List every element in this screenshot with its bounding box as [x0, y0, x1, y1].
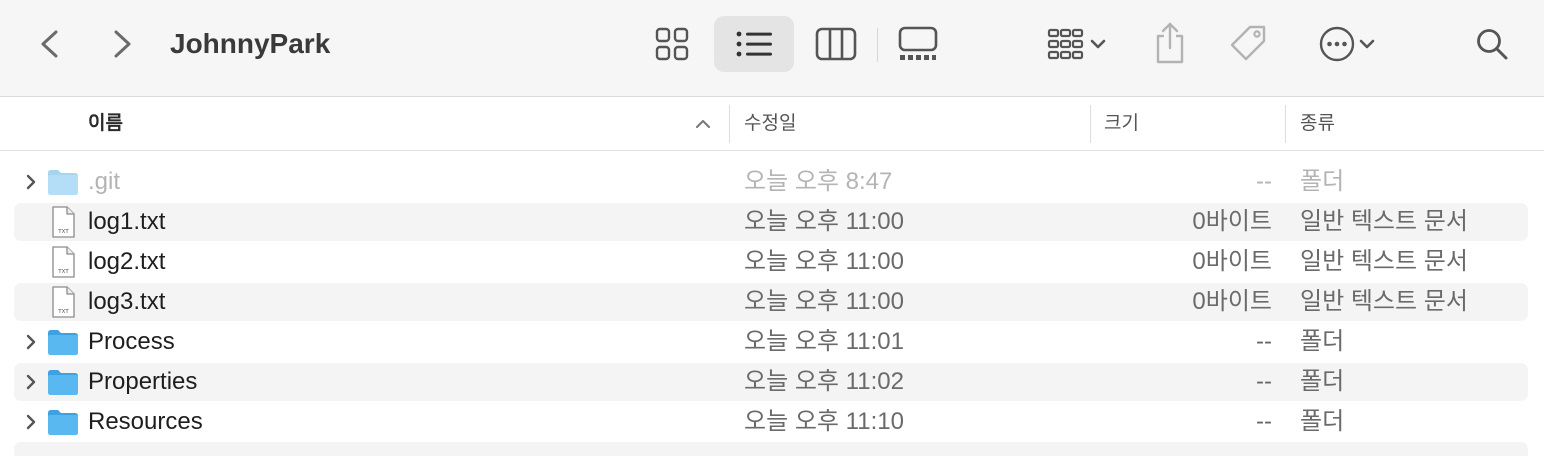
share-button[interactable]: [1148, 18, 1192, 68]
text-file-icon: TXT: [46, 245, 80, 279]
text-file-icon: TXT: [46, 285, 80, 319]
more-actions-button[interactable]: [1308, 22, 1388, 66]
folder-icon: [46, 405, 80, 439]
file-size: 0바이트: [1192, 208, 1272, 235]
list-view-button[interactable]: [714, 16, 794, 72]
file-size: --: [1256, 328, 1272, 355]
file-row[interactable]: .git 오늘 오후 8:47 -- 폴더: [0, 162, 1544, 202]
file-date: 오늘 오후 11:02: [744, 368, 904, 395]
column-divider[interactable]: [1285, 105, 1286, 143]
disclosure-triangle-icon[interactable]: [22, 332, 40, 352]
forward-button[interactable]: [102, 24, 142, 64]
window-title: JohnnyPark: [170, 28, 331, 59]
column-header-size[interactable]: 크기: [1104, 97, 1139, 151]
tag-button[interactable]: [1224, 20, 1274, 68]
file-date: 오늘 오후 11:00: [744, 208, 904, 235]
toolbar: JohnnyPark: [0, 0, 1544, 97]
column-header-kind[interactable]: 종류: [1300, 97, 1335, 151]
file-size: 0바이트: [1192, 288, 1272, 315]
file-name: log3.txt: [88, 288, 166, 315]
file-date: 오늘 오후 11:00: [744, 288, 904, 315]
icon-view-button[interactable]: [648, 22, 696, 66]
file-kind: 폴더: [1300, 368, 1345, 395]
chevron-right-icon: [114, 30, 131, 58]
file-kind: 일반 텍스트 문서: [1300, 208, 1468, 235]
file-kind: 일반 텍스트 문서: [1300, 248, 1468, 275]
svg-text:TXT: TXT: [57, 269, 69, 275]
gallery-icon: [898, 26, 938, 60]
disclosure-triangle-icon[interactable]: [22, 172, 40, 192]
file-row[interactable]: TXT log3.txt 오늘 오후 11:00 0바이트 일반 텍스트 문서: [0, 282, 1544, 322]
file-row[interactable]: Process 오늘 오후 11:01 -- 폴더: [0, 322, 1544, 362]
file-name: Process: [88, 328, 175, 355]
ellipsis-circle-icon: [1319, 26, 1355, 62]
disclosure-triangle-icon[interactable]: [22, 412, 40, 432]
column-header-date[interactable]: 수정일: [744, 97, 796, 151]
file-name: Resources: [88, 408, 203, 435]
file-size: --: [1256, 408, 1272, 435]
chevron-left-icon: [41, 30, 58, 58]
chevron-down-icon: [1359, 39, 1375, 49]
column-divider[interactable]: [729, 105, 730, 143]
file-date: 오늘 오후 8:47: [744, 168, 893, 195]
grid-icon: [655, 27, 689, 61]
group-button[interactable]: [1034, 22, 1118, 66]
file-kind: 일반 텍스트 문서: [1300, 288, 1468, 315]
folder-icon: [46, 365, 80, 399]
file-row[interactable]: Resources 오늘 오후 11:10 -- 폴더: [0, 402, 1544, 442]
file-kind: 폴더: [1300, 328, 1345, 355]
empty-row: [14, 442, 1528, 456]
back-button[interactable]: [30, 24, 70, 64]
column-view-button[interactable]: [810, 22, 862, 66]
folder-icon: [46, 165, 80, 199]
group-icon: [1047, 28, 1084, 60]
file-name: .git: [88, 168, 121, 195]
file-date: 오늘 오후 11:10: [744, 408, 904, 435]
disclosure-triangle-icon[interactable]: [22, 372, 40, 392]
file-date: 오늘 오후 11:00: [744, 248, 904, 275]
sort-ascending-icon[interactable]: [692, 114, 714, 134]
svg-text:TXT: TXT: [57, 229, 69, 235]
file-row[interactable]: TXT log1.txt 오늘 오후 11:00 0바이트 일반 텍스트 문서: [0, 202, 1544, 242]
columns-icon: [815, 27, 857, 61]
file-size: 0바이트: [1192, 248, 1272, 275]
toolbar-divider: [877, 28, 878, 62]
chevron-down-icon: [1090, 39, 1106, 49]
file-kind: 폴더: [1300, 168, 1345, 195]
file-name: log2.txt: [88, 248, 166, 275]
file-size: --: [1256, 368, 1272, 395]
file-list: .git 오늘 오후 8:47 -- 폴더 TXT log1.txt 오늘 오후 11:…: [0, 162, 1544, 442]
folder-icon: [46, 325, 80, 359]
search-button[interactable]: [1470, 22, 1514, 66]
search-icon: [1477, 29, 1508, 60]
gallery-view-button[interactable]: [890, 22, 946, 66]
column-header: 이름 수정일 크기 종류: [0, 97, 1544, 151]
tag-icon: [1230, 25, 1266, 61]
share-icon: [1156, 22, 1184, 64]
file-kind: 폴더: [1300, 408, 1345, 435]
file-row[interactable]: TXT log2.txt 오늘 오후 11:00 0바이트 일반 텍스트 문서: [0, 242, 1544, 282]
file-name: log1.txt: [88, 208, 166, 235]
svg-text:TXT: TXT: [57, 309, 69, 315]
file-date: 오늘 오후 11:01: [744, 328, 904, 355]
file-row[interactable]: Properties 오늘 오후 11:02 -- 폴더: [0, 362, 1544, 402]
column-header-name[interactable]: 이름: [88, 97, 123, 151]
file-size: --: [1256, 168, 1272, 195]
text-file-icon: TXT: [46, 205, 80, 239]
file-name: Properties: [88, 368, 198, 395]
list-icon: [736, 31, 772, 57]
column-divider[interactable]: [1090, 105, 1091, 143]
